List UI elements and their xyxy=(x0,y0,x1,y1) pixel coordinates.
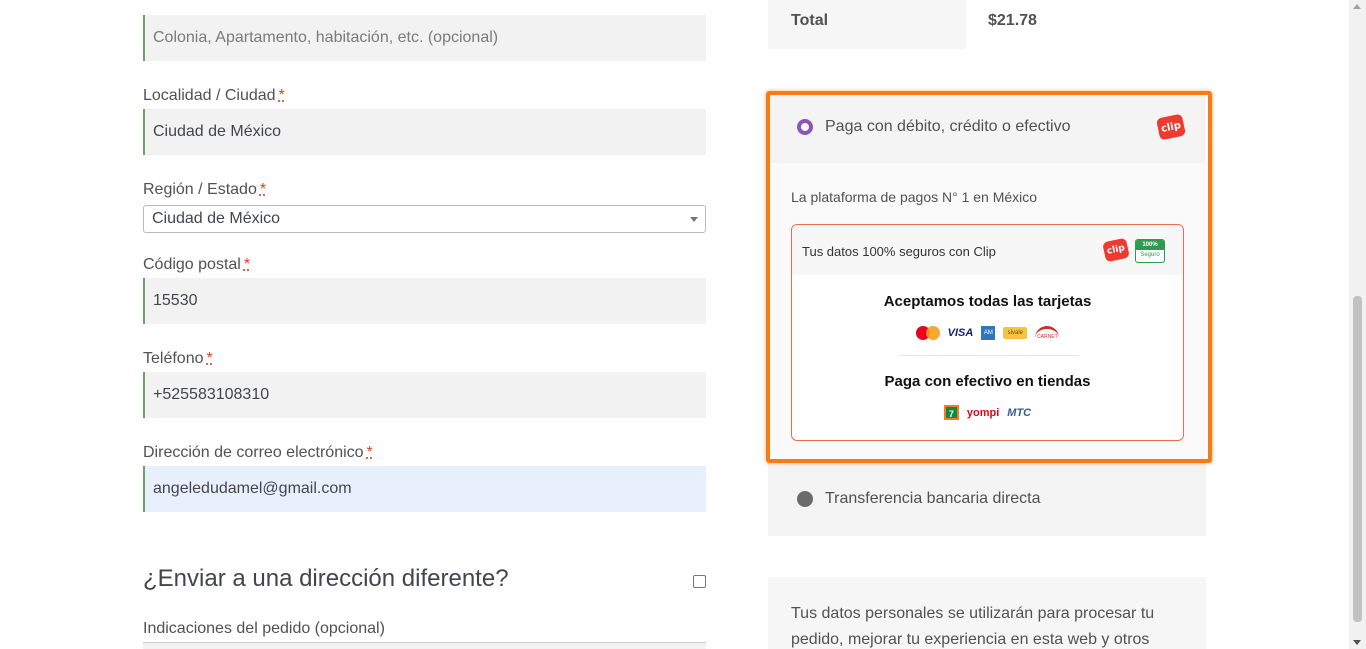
city-input[interactable]: Ciudad de México xyxy=(143,109,706,155)
required-mark: * xyxy=(259,181,267,198)
page-scrollbar[interactable] xyxy=(1349,0,1366,649)
transfer-radio[interactable] xyxy=(797,491,813,507)
required-mark: * xyxy=(206,350,213,367)
phone-label-text: Teléfono xyxy=(143,350,204,367)
order-notes-textarea[interactable] xyxy=(143,642,706,649)
city-label: Localidad / Ciudad * xyxy=(143,87,285,105)
required-mark: * xyxy=(243,256,251,273)
city-label-text: Localidad / Ciudad xyxy=(143,87,276,104)
email-value: angeledudamel@gmail.com xyxy=(153,480,352,497)
phone-input[interactable]: +525583108310 xyxy=(143,372,706,418)
email-label-text: Dirección de correo electrónico xyxy=(143,444,364,461)
email-label: Dirección de correo electrónico * xyxy=(143,444,373,462)
postcode-label-text: Código postal xyxy=(143,256,241,273)
apartment-placeholder: Colonia, Apartamento, habitación, etc. (… xyxy=(153,29,499,46)
state-selected-value: Ciudad de México xyxy=(152,210,281,227)
transfer-method-label[interactable]: Transferencia bancaria directa xyxy=(825,490,1041,508)
ship-different-heading: ¿Enviar a una dirección diferente? xyxy=(143,565,509,592)
city-value: Ciudad de México xyxy=(153,123,282,140)
email-input[interactable]: angeledudamel@gmail.com xyxy=(143,466,706,512)
required-mark: * xyxy=(278,87,285,104)
required-mark: * xyxy=(366,444,373,461)
phone-value: +525583108310 xyxy=(153,386,270,403)
highlight-frame xyxy=(766,91,1212,463)
state-label-text: Región / Estado xyxy=(143,181,257,198)
state-label: Región / Estado * xyxy=(143,181,266,199)
chevron-down-icon xyxy=(690,217,698,222)
postcode-input[interactable]: 15530 xyxy=(143,278,706,324)
scroll-up-icon[interactable] xyxy=(1353,4,1361,9)
total-label: Total xyxy=(791,12,829,29)
scroll-thumb[interactable] xyxy=(1353,296,1362,622)
postcode-label: Código postal * xyxy=(143,256,250,274)
scroll-down-icon[interactable] xyxy=(1353,640,1361,645)
state-select[interactable]: Ciudad de México xyxy=(143,205,706,233)
phone-label: Teléfono * xyxy=(143,350,213,368)
postcode-value: 15530 xyxy=(153,292,198,309)
total-value: $21.78 xyxy=(988,12,1037,29)
ship-different-checkbox[interactable] xyxy=(693,575,706,588)
apartment-input[interactable]: Colonia, Apartamento, habitación, etc. (… xyxy=(143,15,706,61)
privacy-text: Tus datos personales se utilizarán para … xyxy=(791,605,1155,648)
order-notes-label: Indicaciones del pedido (opcional) xyxy=(143,620,385,637)
